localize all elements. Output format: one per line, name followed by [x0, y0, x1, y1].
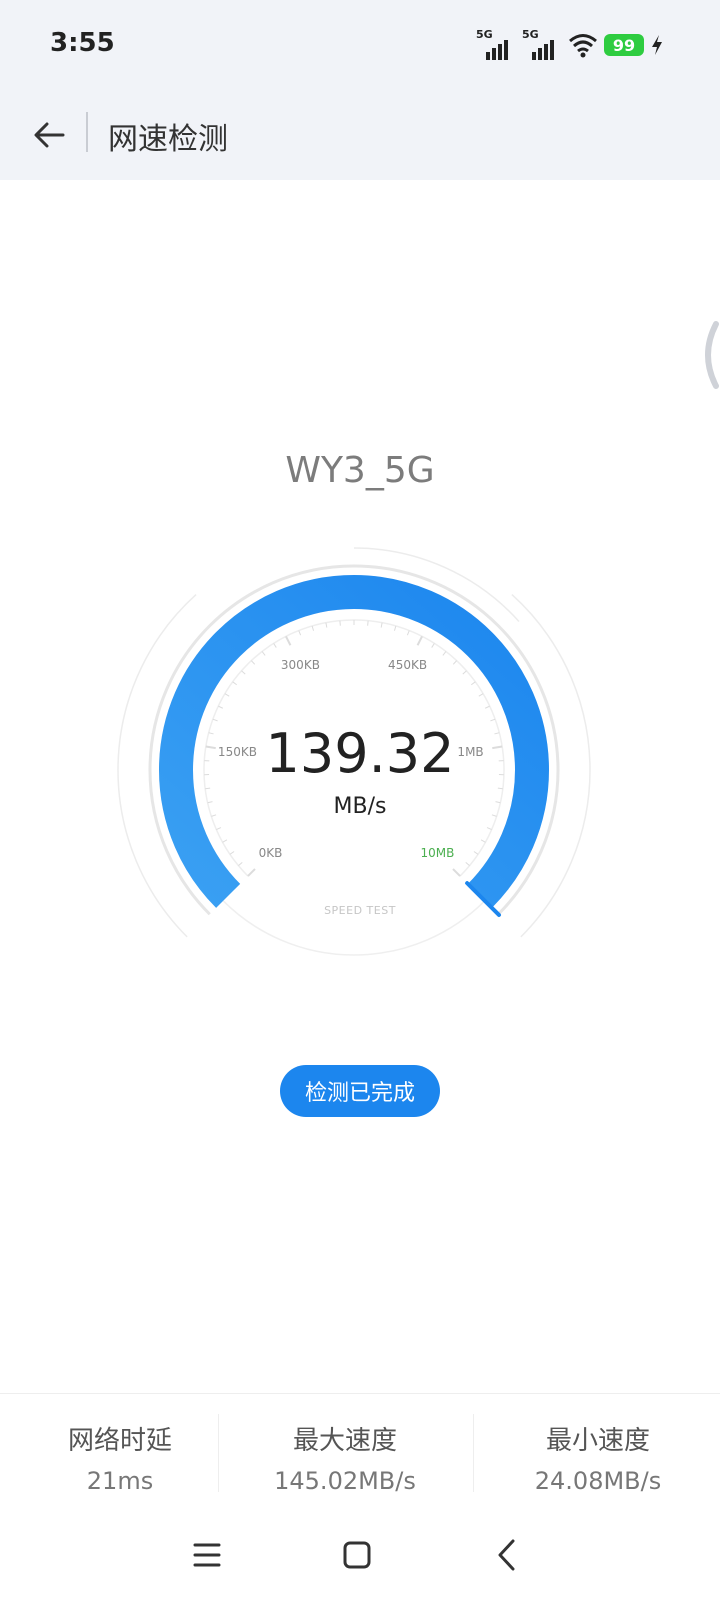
gauge-tick [212, 718, 218, 722]
gauge-tick [325, 622, 328, 628]
status-time: 3:55 [50, 28, 115, 58]
gauge-tick [298, 630, 302, 636]
stat-label: 最小速度 [545, 1426, 650, 1456]
signal-5g-icon: 5G [522, 28, 562, 60]
back-icon [498, 1539, 515, 1571]
gauge-tick [490, 718, 496, 722]
stat-latency: 网络时延 21ms [0, 1394, 240, 1504]
gauge-tick [241, 670, 246, 675]
gauge-tick-label: 0KB [258, 846, 283, 861]
gauge-tick [452, 660, 458, 665]
gauge-tick [229, 851, 235, 855]
gauge-tick [261, 651, 266, 656]
battery-icon: 99 [604, 34, 644, 56]
gauge-tick [442, 651, 447, 656]
gauge-tick-label: 300KB [280, 657, 320, 672]
gauge-tick [484, 705, 490, 709]
stat-label: 网络时延 [67, 1426, 172, 1456]
header-divider [86, 112, 88, 152]
gauge-tick [232, 681, 237, 686]
gauge-tick [216, 827, 222, 831]
edge-handle[interactable] [696, 320, 720, 390]
status-icons: 5G 5G 99 [476, 28, 664, 60]
stat-divider [218, 1414, 219, 1492]
stat-min-speed: 最小速度 24.08MB/s [478, 1394, 718, 1504]
gauge-tick [205, 787, 211, 790]
gauge-tick [311, 625, 315, 631]
gauge-tick-label: 10MB [420, 846, 455, 861]
gauge-tick [465, 862, 470, 866]
speed-gauge: 0KB 150KB 300KB 450KB 1MB 10MB 139.32 MB/s SP… [100, 530, 620, 990]
gauge-tick [471, 681, 476, 686]
home-icon [343, 1541, 371, 1569]
charging-icon [652, 35, 662, 55]
gauge-tick [473, 851, 479, 855]
gauge-tick [218, 705, 224, 709]
gauge-tick [285, 635, 292, 646]
gauge-tick [238, 862, 243, 866]
gauge-tick [478, 693, 484, 697]
gauge-tick [406, 630, 410, 636]
stat-label: 最大速度 [292, 1426, 397, 1456]
speed-value: 139.32 [265, 722, 455, 785]
menu-icon [193, 1543, 221, 1567]
gauge-tick [497, 787, 503, 790]
gauge-tick [222, 839, 228, 843]
gauge-tick [416, 635, 423, 646]
home-button[interactable] [327, 1530, 387, 1580]
gauge-tick [393, 625, 397, 631]
wifi-icon [569, 34, 597, 58]
app-header: 网速检测 [0, 90, 720, 180]
gauge-tick [273, 643, 277, 648]
stat-value: 21ms [86, 1467, 154, 1495]
stat-value: 24.08MB/s [534, 1467, 662, 1495]
menu-button[interactable] [177, 1530, 237, 1580]
gauge-tick [250, 660, 256, 665]
gauge-tick [224, 693, 230, 697]
speed-unit: MB/s [333, 794, 387, 819]
stats-bar: 网络时延 21ms 最大速度 145.02MB/s 最小速度 24.08MB/s [0, 1393, 720, 1504]
network-ssid: WY3_5G [285, 450, 435, 491]
status-bar: 3:55 5G 5G 99 [0, 0, 720, 90]
nav-back-button[interactable] [477, 1530, 537, 1580]
gauge-tick [247, 868, 256, 877]
gauge-tick [380, 622, 383, 628]
gauge-tick-label: 450KB [388, 657, 428, 672]
stat-max-speed: 最大速度 145.02MB/s [225, 1394, 465, 1504]
navigation-bar [0, 1510, 720, 1600]
stat-divider [473, 1414, 474, 1492]
gauge-tick [486, 827, 492, 831]
signal-5g-icon: 5G [476, 28, 516, 60]
arrow-left-icon [34, 122, 65, 148]
gauge-tick [462, 670, 467, 675]
gauge-tick [431, 643, 435, 648]
test-complete-button[interactable]: 检测已完成 [280, 1065, 440, 1117]
back-button[interactable] [24, 110, 74, 160]
gauge-tick [452, 868, 461, 877]
stat-value: 145.02MB/s [274, 1467, 416, 1495]
page-title: 网速检测 [108, 122, 228, 157]
gauge-tick [480, 839, 486, 843]
speed-test-caption: SPEED TEST [324, 904, 396, 917]
